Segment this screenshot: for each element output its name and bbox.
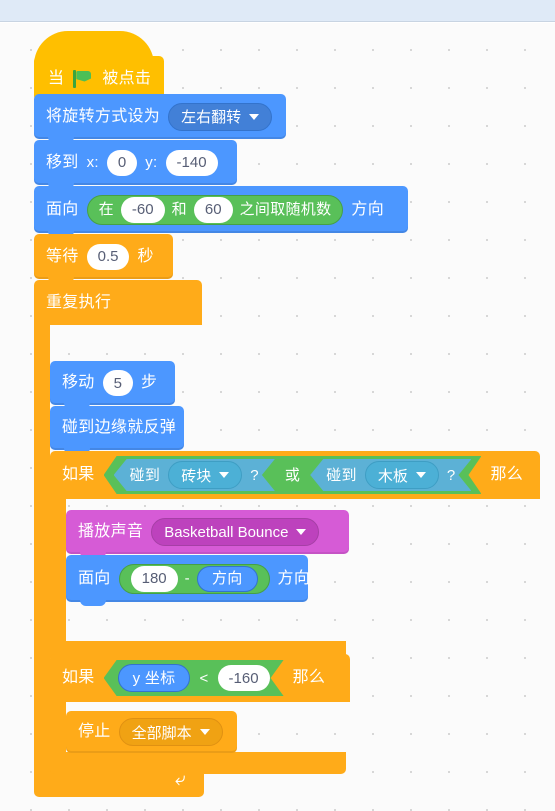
rotation-style-dropdown[interactable]: 左右翻转 <box>168 102 273 131</box>
point-direction-label: 面向 <box>46 200 79 218</box>
move-label: 移动 <box>62 374 95 391</box>
point-direction-calc-block[interactable]: 面向 180 - 方向 方向 <box>66 555 311 606</box>
goto-x-input[interactable]: 0 <box>106 149 138 176</box>
wait-unit-label: 秒 <box>137 247 154 265</box>
touching-board-value: 木板 <box>377 467 408 485</box>
subtract-operator-symbol: - <box>184 570 190 587</box>
direction-reporter[interactable]: 方向 <box>196 565 258 592</box>
direction-reporter-label: 方向 <box>211 570 243 587</box>
play-sound-dropdown[interactable]: Basketball Bounce <box>151 518 320 546</box>
wait-label: 等待 <box>46 247 79 265</box>
if-touching-block-arm <box>50 499 66 641</box>
move-unit-label: 步 <box>140 374 158 391</box>
touching-board-label: 碰到 <box>326 466 357 484</box>
touching-brick-boolean[interactable]: 碰到 砖块 ? <box>114 459 275 491</box>
less-than-symbol: < <box>199 669 209 687</box>
stop-block[interactable]: 停止 全部脚本 <box>66 711 237 753</box>
touching-brick-dropdown[interactable]: 砖块 <box>168 461 242 489</box>
if-y-below-block-footer <box>50 752 346 774</box>
chevron-down-icon <box>249 113 260 120</box>
goto-y-input[interactable]: -140 <box>165 149 218 176</box>
subtract-operator-reporter[interactable]: 180 - 方向 <box>118 563 270 594</box>
point-direction-calc-suffix: 方向 <box>277 569 311 587</box>
subtract-operand-a-input[interactable]: 180 <box>130 565 178 592</box>
play-sound-block[interactable]: 播放声音 Basketball Bounce <box>66 510 349 558</box>
touching-board-dropdown[interactable]: 木板 <box>365 461 439 489</box>
set-rotation-style-block[interactable]: 将旋转方式设为 左右翻转 <box>34 94 286 143</box>
if-y-below-block-arm <box>50 702 66 752</box>
y-position-label: y 坐标 <box>132 669 176 687</box>
pick-random-suffix: 之间取随机数 <box>239 201 332 218</box>
move-steps-input[interactable]: 5 <box>102 370 133 396</box>
touching-board-boolean[interactable]: 碰到 木板 ? <box>310 459 471 491</box>
hat-prefix-label: 当 <box>48 69 65 87</box>
or-operator-label: 或 <box>284 466 301 484</box>
pick-random-reporter[interactable]: 在 -60 和 60 之间取随机数 <box>86 194 344 225</box>
pick-random-prefix: 在 <box>98 201 114 218</box>
if-touching-if-label: 如果 <box>62 466 95 483</box>
set-rotation-style-label: 将旋转方式设为 <box>46 107 161 125</box>
wait-block[interactable]: 等待 0.5 秒 <box>34 234 173 283</box>
if-y-below-block-header[interactable]: 如果 y 坐标 < -160 那么 <box>50 654 350 702</box>
chevron-down-icon <box>219 472 229 478</box>
bounce-on-edge-label: 碰到边缘就反弹 <box>62 419 177 436</box>
goto-xy-block[interactable]: 移到 x: 0 y: -140 <box>34 140 237 189</box>
point-direction-suffix: 方向 <box>351 200 385 218</box>
y-position-reporter[interactable]: y 坐标 <box>118 664 191 692</box>
touching-brick-value: 砖块 <box>181 467 212 485</box>
touching-board-question: ? <box>446 466 456 484</box>
goto-y-label: y: <box>145 154 158 171</box>
goto-x-label: x: <box>86 154 99 171</box>
less-than-right-input[interactable]: -160 <box>218 665 270 691</box>
rotation-style-value: 左右翻转 <box>181 109 242 126</box>
chevron-down-icon <box>416 472 426 478</box>
pick-random-mid: 和 <box>171 201 187 218</box>
chevron-down-icon <box>199 729 210 735</box>
if-y-below-if-label: 如果 <box>62 669 95 686</box>
forever-block-arm <box>34 325 50 762</box>
forever-label: 重复执行 <box>46 293 112 311</box>
play-sound-label: 播放声音 <box>78 523 144 540</box>
wait-duration-input[interactable]: 0.5 <box>86 243 130 270</box>
if-touching-then-label: 那么 <box>490 466 524 483</box>
script-canvas[interactable]: 当 被点击 将旋转方式设为 左右翻转 移到 x: 0 y: -140 面向 在 … <box>0 23 555 811</box>
pick-random-min-input[interactable]: -60 <box>120 196 165 223</box>
green-flag-icon <box>73 69 93 88</box>
stop-option-dropdown[interactable]: 全部脚本 <box>118 718 223 746</box>
pick-random-max-input[interactable]: 60 <box>193 196 233 223</box>
point-direction-random-block[interactable]: 面向 在 -60 和 60 之间取随机数 方向 <box>34 186 408 237</box>
touching-brick-question: ? <box>250 466 259 484</box>
play-sound-value: Basketball Bounce <box>164 523 289 541</box>
goto-label: 移到 <box>46 153 79 171</box>
stop-label: 停止 <box>78 723 111 740</box>
touching-brick-label: 碰到 <box>129 466 161 484</box>
bounce-on-edge-block[interactable]: 碰到边缘就反弹 <box>50 406 184 454</box>
or-operator-boolean[interactable]: 碰到 砖块 ? 或 碰到 木板 ? <box>104 456 482 494</box>
move-steps-block[interactable]: 移动 5 步 <box>50 361 175 409</box>
less-than-boolean[interactable]: y 坐标 < -160 <box>104 660 284 696</box>
if-y-below-then-label: 那么 <box>292 669 326 686</box>
if-touching-block-header[interactable]: 如果 碰到 砖块 ? 或 碰到 木板 ? 那么 <box>50 451 540 499</box>
hat-suffix-label: 被点击 <box>102 69 152 87</box>
forever-block-header[interactable]: 重复执行 <box>34 280 202 325</box>
point-direction-calc-label: 面向 <box>78 569 111 587</box>
chevron-down-icon <box>296 529 307 535</box>
window-topbar <box>0 0 555 22</box>
stop-option-value: 全部脚本 <box>131 724 192 742</box>
